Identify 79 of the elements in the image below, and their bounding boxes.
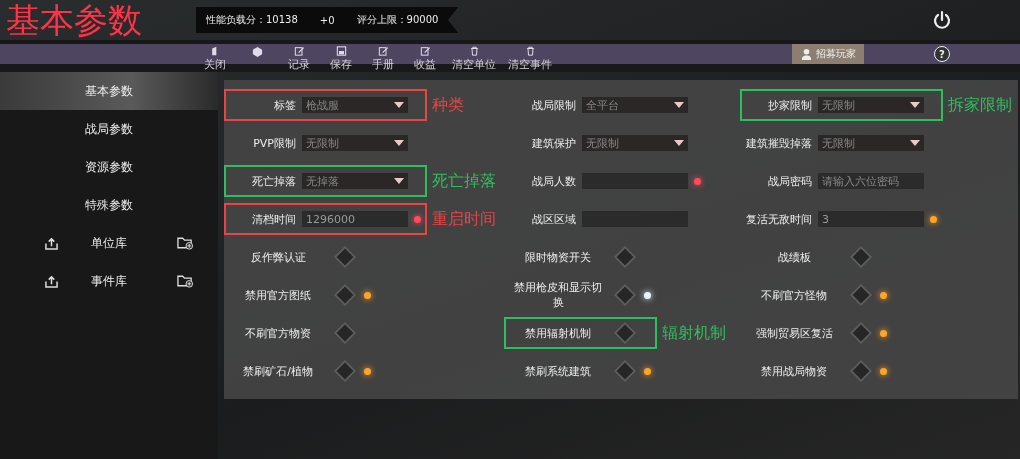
annotation-label: 拆家限制 bbox=[948, 94, 1012, 116]
caret-icon bbox=[910, 102, 920, 108]
setting-label: 不刷官方怪物 bbox=[760, 287, 828, 303]
setting-label: 建筑保护 bbox=[531, 135, 576, 151]
sidebar-item[interactable]: 特殊参数 bbox=[0, 186, 218, 224]
setting-label: 复活无敌时间 bbox=[746, 211, 812, 227]
help-button[interactable]: ? bbox=[934, 46, 950, 62]
annotation-label: 基本参数 bbox=[5, 0, 143, 40]
sidebar-item[interactable]: 战局参数 bbox=[0, 110, 218, 148]
score-limit: 评分上限：90000 bbox=[356, 13, 439, 27]
setting-label: 标签 bbox=[273, 97, 296, 113]
trash-icon[interactable] bbox=[468, 46, 480, 56]
setting-label: 不刷官方物资 bbox=[244, 325, 312, 341]
sidebar-item[interactable]: 资源参数 bbox=[0, 148, 218, 186]
sidebar-item[interactable]: 基本参数 bbox=[0, 72, 218, 110]
setting-label: 抄家限制 bbox=[767, 97, 812, 113]
edit-icon[interactable] bbox=[419, 46, 431, 56]
annotation-label: 种类 bbox=[432, 94, 464, 116]
setting-label: 死亡掉落 bbox=[251, 173, 296, 189]
annotation-label: 死亡掉落 bbox=[432, 170, 496, 192]
input-field[interactable]: 3 bbox=[818, 211, 924, 227]
dropdown[interactable]: 无限制 bbox=[818, 97, 924, 113]
folder-add-icon[interactable] bbox=[177, 236, 194, 250]
input-field[interactable] bbox=[582, 173, 688, 189]
setting-label: 战区区域 bbox=[531, 211, 576, 227]
folder-add-icon[interactable] bbox=[177, 274, 194, 288]
sidebar-item[interactable]: 事件库 bbox=[0, 262, 218, 300]
save-icon[interactable] bbox=[335, 46, 347, 56]
toolbar-label[interactable]: 清空事件 bbox=[508, 57, 552, 72]
dropdown[interactable]: 枪战服 bbox=[302, 97, 408, 113]
caret-icon bbox=[394, 102, 404, 108]
dropdown[interactable]: 全平台 bbox=[582, 97, 688, 113]
recruit-button[interactable]: 招募玩家 bbox=[792, 44, 864, 64]
setting-label: 禁用枪皮和显示切换 bbox=[513, 280, 603, 310]
toolbar-label[interactable]: 清空单位 bbox=[452, 57, 496, 72]
toolbar-label[interactable]: 手册 bbox=[372, 57, 394, 72]
upload-icon[interactable] bbox=[45, 236, 58, 250]
upload-icon[interactable] bbox=[45, 274, 58, 288]
setting-label: 禁刷系统建筑 bbox=[524, 363, 592, 379]
setting-label: PVP限制 bbox=[252, 135, 296, 151]
caret-icon bbox=[674, 102, 684, 108]
toolbar-label[interactable]: 保存 bbox=[330, 57, 352, 72]
caret-icon bbox=[394, 178, 404, 184]
trash-icon[interactable] bbox=[524, 46, 536, 56]
input-field[interactable]: 1296000 bbox=[302, 211, 408, 227]
setting-label: 禁用战局物资 bbox=[760, 363, 828, 379]
power-icon[interactable] bbox=[932, 10, 952, 30]
setting-label: 反作弊认证 bbox=[249, 249, 307, 265]
sidebar-item[interactable]: 单位库 bbox=[0, 224, 218, 262]
score-delta: +0 bbox=[319, 14, 335, 26]
caret-icon bbox=[394, 140, 404, 146]
setting-label: 强制贸易区复活 bbox=[754, 325, 834, 341]
dropdown[interactable]: 无限制 bbox=[818, 135, 924, 151]
annotation-label: 重启时间 bbox=[432, 208, 496, 230]
setting-label: 清档时间 bbox=[251, 211, 296, 227]
setting-label: 禁用辐射机制 bbox=[524, 325, 592, 341]
edit-icon[interactable] bbox=[377, 46, 389, 56]
input-field[interactable]: 请输入六位密码 bbox=[818, 173, 924, 189]
annotation-label: 辐射机制 bbox=[662, 322, 726, 344]
load-score: 性能负载分：10138 bbox=[206, 13, 298, 27]
box-icon[interactable] bbox=[251, 46, 263, 57]
edit-icon[interactable] bbox=[293, 46, 305, 56]
setting-label: 禁用官方图纸 bbox=[244, 287, 312, 303]
toolbar-label[interactable]: 关闭 bbox=[204, 57, 226, 72]
setting-label: 战局密码 bbox=[767, 173, 812, 189]
caret-icon bbox=[910, 140, 920, 146]
figure-icon bbox=[800, 47, 813, 61]
setting-label: 战局人数 bbox=[531, 173, 576, 189]
setting-label: 建筑摧毁掉落 bbox=[746, 135, 812, 151]
dropdown[interactable]: 无掉落 bbox=[302, 173, 408, 189]
setting-label: 限时物资开关 bbox=[524, 249, 592, 265]
toolbar-label[interactable]: 收益 bbox=[414, 57, 436, 72]
dropdown[interactable]: 无限制 bbox=[582, 135, 688, 151]
dropdown[interactable]: 无限制 bbox=[302, 135, 408, 151]
setting-label: 禁刷矿石/植物 bbox=[242, 363, 314, 379]
caret-icon bbox=[674, 140, 684, 146]
setting-label: 战局限制 bbox=[531, 97, 576, 113]
setting-label: 战绩板 bbox=[776, 249, 812, 265]
toolbar-label[interactable]: 记录 bbox=[288, 57, 310, 72]
